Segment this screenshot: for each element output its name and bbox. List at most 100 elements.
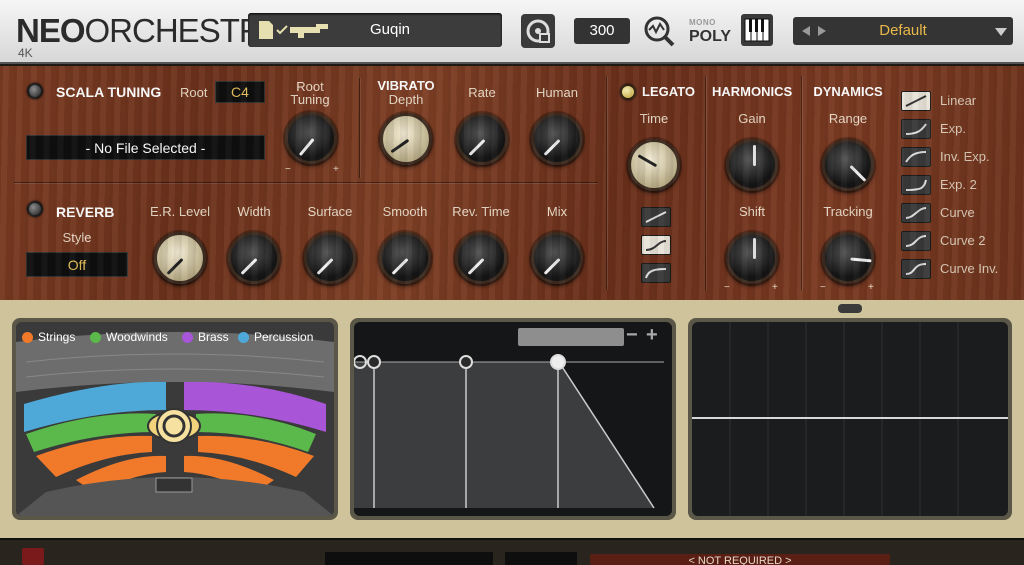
legato-toggle[interactable] [620,84,636,100]
legend-strings-label: Strings [38,330,76,344]
instrument-name: Guqin [369,21,411,38]
brass-color-dot [182,331,193,343]
er-level-knob[interactable] [154,232,206,284]
dynamics-title: DYNAMICS [813,84,883,99]
knob-plus: + [868,282,874,293]
legend-percussion[interactable]: Percussion [238,330,313,344]
scope-graph [692,322,1008,516]
rev-time-knob[interactable] [455,232,507,284]
knob-minus: − [285,164,291,175]
curve-curve-button[interactable] [901,203,931,223]
position-puck[interactable] [146,404,202,448]
scala-toggle[interactable] [27,83,43,99]
legato-title: LEGATO [642,84,695,99]
divider [359,78,360,178]
surface-label: Surface [307,204,353,219]
footer-display-1 [325,552,493,565]
analyzer-icon[interactable] [642,14,676,48]
display-area: Strings Woodwinds Brass Percussion − + [0,300,1024,538]
envelope-panel: − + [350,318,676,520]
curve-linear-label[interactable]: Linear [940,93,976,108]
mix-label: Mix [546,204,568,219]
curve-curve2-button[interactable] [901,231,931,251]
legend-strings[interactable]: Strings [22,330,75,344]
width-label: Width [237,204,271,219]
poly-label[interactable]: POLY [689,28,731,46]
divider [606,76,607,290]
legend-woodwinds[interactable]: Woodwinds [90,330,168,344]
smooth-knob[interactable] [379,232,431,284]
footer-display-2 [505,552,577,565]
curve-curve-label[interactable]: Curve [940,205,975,220]
footer-bar: < NOT REQUIRED > [0,538,1024,565]
reverb-title: REVERB [56,204,115,220]
legato-time-knob[interactable] [628,139,680,191]
scala-title: SCALA TUNING [56,84,162,100]
divider [801,76,802,290]
knob-minus: − [820,282,826,293]
scope-panel [688,318,1012,520]
preset-selector[interactable]: Default [793,17,1013,45]
vibrato-rate-label: Rate [468,85,496,100]
root-value[interactable]: C4 [215,81,265,103]
root-label: Root [180,85,208,100]
dynamics-tracking-knob[interactable] [822,232,874,284]
power-button[interactable] [22,548,44,565]
disk-icon[interactable] [521,14,555,48]
harmonics-gain-label: Gain [738,111,766,126]
percussion-color-dot [238,331,249,343]
app-logo: NEOORCHESTRA [16,12,284,49]
surface-knob[interactable] [304,232,356,284]
woodwinds-color-dot [90,331,101,343]
legend-brass[interactable]: Brass [182,330,229,344]
harmonics-shift-knob[interactable] [726,232,778,284]
curve-inv-label[interactable]: Curve Inv. [940,261,998,276]
keyboard-icon[interactable] [741,14,773,46]
curve-inv-button[interactable] [901,259,931,279]
vibrato-depth-knob[interactable] [380,113,432,165]
er-level-label: E.R. Level [150,204,210,219]
divider [705,76,706,290]
preset-name: Default [879,22,927,39]
dynamics-range-knob[interactable] [822,139,874,191]
reverb-toggle[interactable] [27,201,43,217]
vibrato-rate-knob[interactable] [456,113,508,165]
mono-label[interactable]: MONO [689,18,716,27]
divider [14,182,598,183]
scala-file-display[interactable]: - No File Selected - [26,135,265,160]
dropdown-arrow-icon[interactable] [995,27,1007,37]
legato-curve-3[interactable] [641,263,671,283]
reverb-style-value[interactable]: Off [26,252,128,277]
collapse-handle[interactable] [838,304,862,313]
curve-linear-button[interactable] [901,91,931,111]
stage-panel: Strings Woodwinds Brass Percussion [12,318,338,520]
vibrato-human-knob[interactable] [531,113,583,165]
legato-curve-2[interactable] [641,235,671,255]
mix-knob[interactable] [531,232,583,284]
curve-curve2-label[interactable]: Curve 2 [940,233,986,248]
dynamics-range-label: Range [828,111,868,126]
vibrato-human-label: Human [536,85,578,100]
curve-exp2-button[interactable] [901,175,931,195]
width-knob[interactable] [228,232,280,284]
legato-time-label: Time [639,111,669,126]
header-bar: NEOORCHESTRA 4K Guqin 300 MONO POLY Defa… [0,0,1024,64]
voice-count[interactable]: 300 [574,18,630,44]
harmonics-title: HARMONICS [712,84,793,99]
vibrato-depth-label: Depth [388,92,424,107]
legato-curve-1[interactable] [641,207,671,227]
edition-label: 4K [18,46,33,60]
curve-exp-label[interactable]: Exp. [940,121,966,136]
legend-woodwinds-label: Woodwinds [106,330,168,344]
dynamics-tracking-label: Tracking [823,204,873,219]
harmonics-gain-knob[interactable] [726,139,778,191]
curve-exp-button[interactable] [901,119,931,139]
envelope-graph[interactable] [354,322,672,516]
instrument-selector[interactable]: Guqin [248,13,502,47]
status-display: < NOT REQUIRED > [590,554,890,565]
curve-exp2-label[interactable]: Exp. 2 [940,177,977,192]
root-tuning-knob[interactable] [285,112,337,164]
curve-inv-exp-button[interactable] [901,147,931,167]
curve-inv-exp-label[interactable]: Inv. Exp. [940,149,990,164]
smooth-label: Smooth [382,204,428,219]
